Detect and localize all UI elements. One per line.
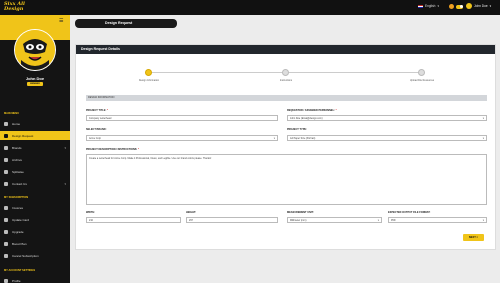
unit-label: MEASUREMENT UNIT:: [287, 211, 314, 214]
sidebar-item-cancel-subscription[interactable]: Cancel Subscription: [0, 251, 70, 260]
sidebar-item-design-request[interactable]: Design Request: [0, 131, 70, 140]
profile-mascot-image: [14, 29, 56, 71]
project-type-select[interactable]: A4 Paper Size (Portrait): [287, 135, 487, 141]
header-widgets: [449, 4, 463, 9]
project-type-label: PROJECT TYPE:: [287, 128, 307, 131]
invoice-icon: [4, 205, 8, 210]
top-bar: Sixx All Design English ▾ John Doe ▾: [0, 0, 500, 15]
sidebar-item-upgrade[interactable]: Upgrade: [0, 227, 70, 236]
requestor-select[interactable]: John Doe (Emai@design.com): [287, 115, 487, 121]
coin-icon[interactable]: [449, 4, 454, 9]
sidebar-item-invoices[interactable]: Invoices: [0, 203, 70, 212]
profile-name: John Doe: [25, 76, 45, 81]
next-button[interactable]: NEXT >: [463, 234, 484, 241]
split-icon: [4, 169, 8, 174]
user-menu[interactable]: John Doe ▾: [466, 3, 491, 9]
sidebar-item-label: Contact Us: [12, 181, 27, 186]
page-title: Design Request: [75, 19, 177, 28]
upgrade-icon: [4, 229, 8, 234]
sidebar-item-splitwise[interactable]: Splitwise: [0, 167, 70, 176]
chevron-down-icon: ▾: [64, 181, 66, 186]
flag-icon: [418, 4, 423, 8]
sidebar-item-label: Design Request: [12, 133, 34, 138]
sidebar: ☰ John Doe MEMBER SINCE MAIN MENU Home D…: [0, 15, 70, 283]
profile-icon: [4, 278, 8, 283]
height-input[interactable]: 297: [186, 217, 278, 223]
sidebar-item-label: Profile: [12, 278, 21, 283]
project-title-label: PROJECT TITLE: *: [86, 109, 108, 112]
brand-label: SELECT BRAND:: [86, 128, 107, 131]
chevron-down-icon: ▾: [489, 4, 492, 8]
project-title-input[interactable]: Company Letterhead: [86, 115, 278, 121]
description-textarea[interactable]: Create a Letterhead for Acme Corp. Make …: [86, 154, 487, 205]
step-3-indicator[interactable]: [418, 69, 425, 76]
sidebar-item-label: Brands: [12, 145, 22, 150]
unit-select[interactable]: Millimeter (mm): [287, 217, 382, 223]
contact-icon: [4, 181, 8, 186]
language-label: English: [425, 4, 436, 8]
step-2-indicator[interactable]: [282, 69, 289, 76]
account-header: MY ACCOUNT SETTINGS: [4, 269, 36, 272]
sidebar-item-label: Home: [12, 121, 21, 126]
stepper: Design Information Instructions Upload F…: [76, 67, 497, 87]
design-request-panel: Design Request Details Design Informatio…: [75, 44, 496, 250]
sidebar-item-archive[interactable]: Archive: [0, 155, 70, 164]
sidebar-item-boost-plan[interactable]: Boost Plan: [0, 239, 70, 248]
main-menu-header: MAIN MENU: [4, 112, 19, 115]
step-connector: [152, 72, 286, 73]
request-icon: [4, 133, 8, 138]
sidebar-item-label: Archive: [12, 157, 23, 162]
sidebar-item-label: Upgrade: [12, 229, 24, 234]
step-1-label: Design Information: [138, 79, 160, 82]
app-logo[interactable]: Sixx All Design: [4, 2, 30, 13]
home-icon: [4, 121, 8, 126]
menu-icon[interactable]: ☰: [59, 18, 63, 24]
brand-select[interactable]: Acme Corp: [86, 135, 278, 141]
sidebar-item-contact-us[interactable]: Contact Us ▾: [0, 179, 70, 188]
step-3-label: Upload File Resources: [409, 79, 435, 82]
format-select[interactable]: PDF: [388, 217, 487, 223]
sidebar-item-label: Invoices: [12, 205, 24, 210]
card-icon: [4, 217, 8, 222]
sidebar-item-home[interactable]: Home: [0, 119, 70, 128]
description-label: PROJECT DESCRIPTION / INSTRUCTIONS: *: [86, 148, 139, 151]
archive-icon: [4, 157, 8, 162]
profile-badge: MEMBER SINCE: [27, 82, 43, 89]
panel-title: Design Request Details: [76, 45, 495, 54]
theme-toggle[interactable]: [456, 4, 463, 9]
user-name: John Doe: [474, 4, 488, 8]
brand-icon: [4, 145, 8, 150]
step-connector: [289, 72, 421, 73]
step-1-indicator[interactable]: [145, 69, 152, 76]
requestor-label: REQUESTOR / ASSIGNED PERSONNEL: *: [287, 109, 337, 112]
step-2-label: Instructions: [279, 79, 293, 82]
cancel-icon: [4, 253, 8, 258]
format-label: EXPECTED OUTPUT FILE FORMAT:: [388, 211, 431, 214]
height-label: HEIGHT:: [186, 211, 196, 214]
sidebar-item-label: Splitwise: [12, 169, 24, 174]
width-label: WIDTH:: [86, 211, 96, 214]
sidebar-item-label: Update Card: [12, 217, 30, 222]
width-input[interactable]: 210: [86, 217, 181, 223]
chevron-down-icon: ▾: [64, 145, 66, 150]
chevron-down-icon: ▾: [437, 4, 440, 8]
sidebar-item-update-card[interactable]: Update Card: [0, 215, 70, 224]
avatar: [466, 3, 472, 9]
sidebar-item-brands[interactable]: Brands ▾: [0, 143, 70, 152]
boost-icon: [4, 241, 8, 246]
subscription-header: MY SUBSCRIPTION: [4, 196, 29, 199]
language-selector[interactable]: English ▾: [418, 4, 439, 8]
sidebar-item-profile[interactable]: Profile: [0, 276, 70, 283]
section-header: DESIGN INFORMATION: [86, 95, 487, 101]
sidebar-item-label: Cancel Subscription: [12, 253, 39, 258]
sidebar-item-label: Boost Plan: [12, 241, 27, 246]
